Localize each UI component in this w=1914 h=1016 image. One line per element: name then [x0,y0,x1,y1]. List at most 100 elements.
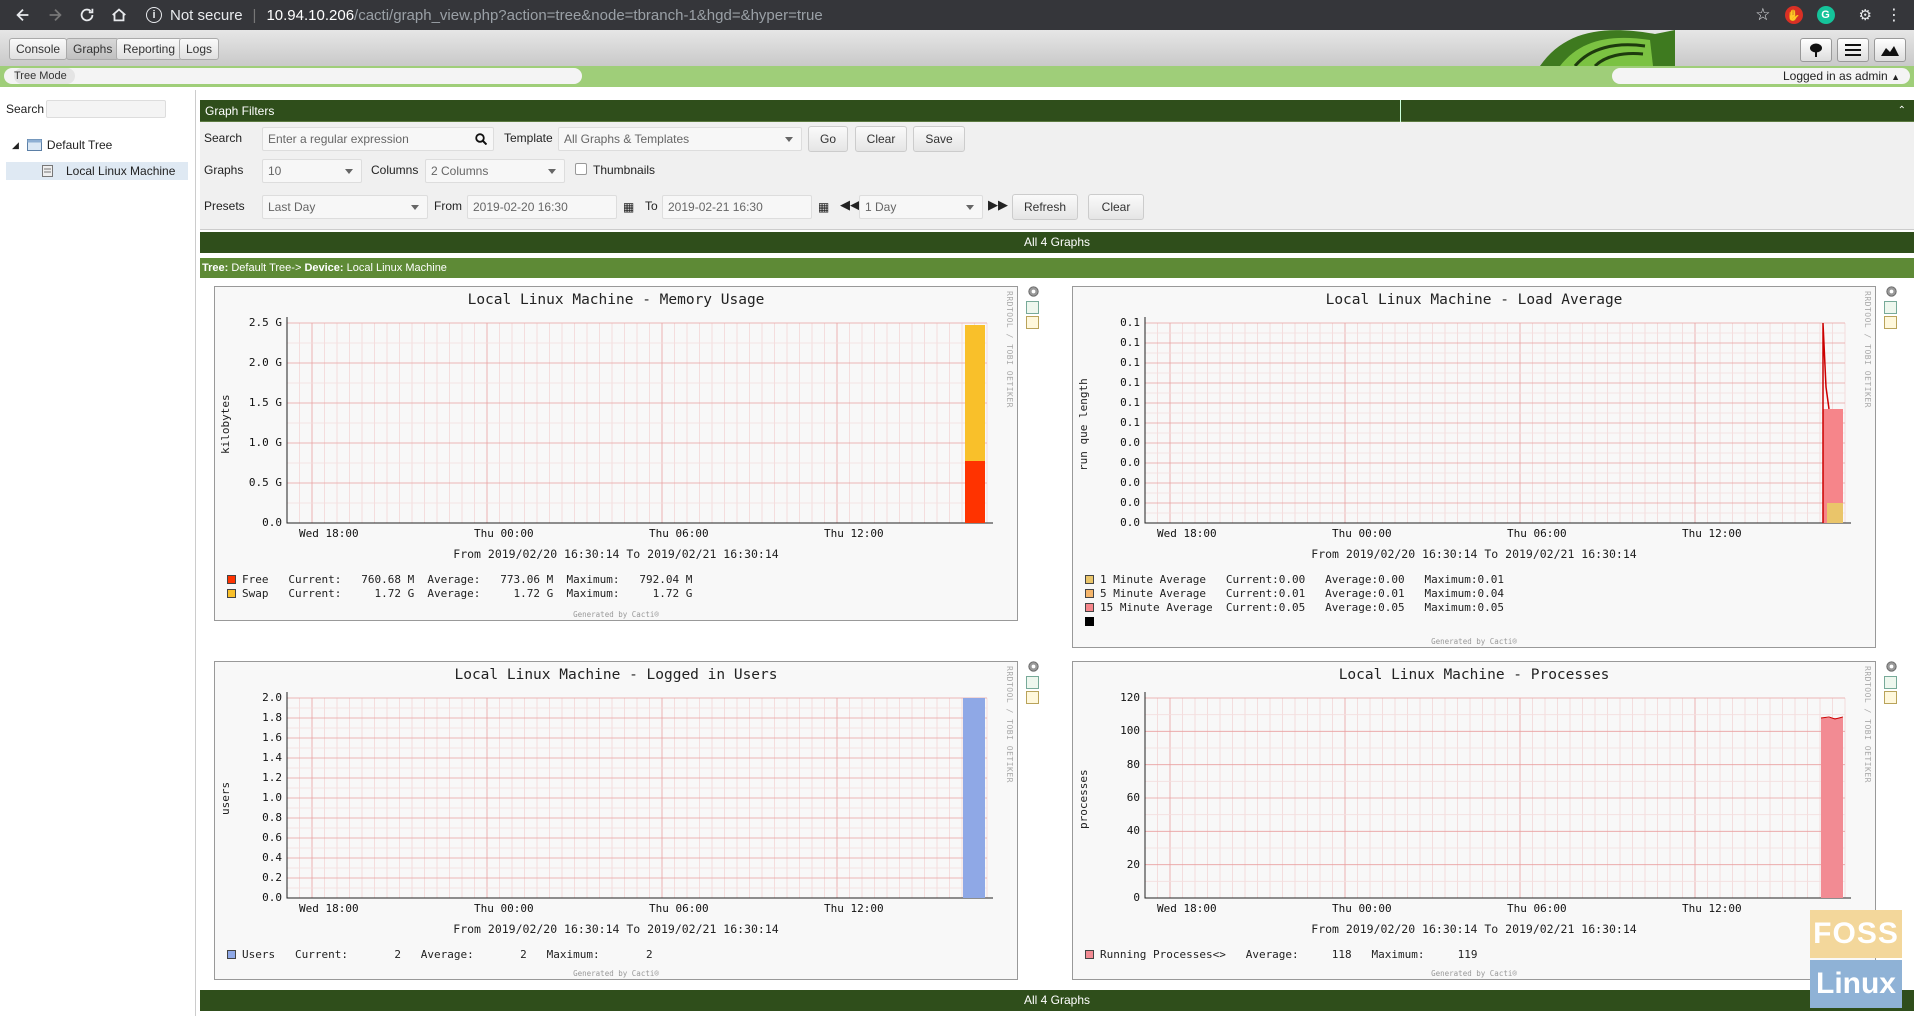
y-axis-title: run que length [1077,377,1090,471]
gear-icon[interactable] [1884,659,1899,674]
zoom-graph-icon[interactable] [1026,301,1039,314]
forward-icon[interactable] [42,2,68,28]
sidebar-search-label: Search [6,102,45,116]
zoom-graph-icon[interactable] [1884,301,1897,314]
grammarly-extension-icon[interactable]: G [1816,6,1835,24]
y-tick-label: 0 [1133,891,1140,904]
timespan-select[interactable]: 1 Day [859,195,983,219]
y-tick-label: 1.0 [262,791,282,804]
csv-export-icon[interactable] [1884,316,1897,329]
tree-mode-bar: Tree Mode [4,68,582,84]
graph-panel[interactable]: Local Linux Machine - Logged in Users RRD… [214,661,1018,980]
collapse-icon[interactable]: ◢ [12,140,19,151]
generated-by-label: Generated by Cacti® [573,610,659,619]
clear-timespan-button[interactable]: Clear [1088,194,1144,220]
adblock-extension-icon[interactable]: ✋ [1784,6,1803,24]
tree-view-button[interactable] [1800,38,1832,62]
legend-text: Free Current: 760.68 M Average: 773.06 M… [242,573,693,586]
gear-icon[interactable] [1884,284,1899,299]
gear-icon[interactable] [1026,659,1041,674]
from-calendar-icon[interactable]: ▦ [623,200,634,214]
presets-label: Presets [204,199,245,213]
legend-text: Swap Current: 1.72 G Average: 1.72 G Max… [242,587,693,600]
template-select[interactable]: All Graphs & Templates [558,127,802,151]
y-tick-label: 100 [1120,724,1140,738]
back-icon[interactable] [10,2,36,28]
list-view-button[interactable] [1837,38,1869,62]
graphs-per-page-select[interactable]: 10 [262,159,362,183]
graph-panel[interactable]: Local Linux Machine - Memory Usage RRDTOO… [214,286,1018,621]
to-label: To [645,199,658,213]
legend-entry: 15 Minute Average Current:0.05 Average:0… [1085,601,1504,614]
presets-select[interactable]: Last Day [262,195,428,219]
device-icon [42,165,53,177]
sidebar-search-input[interactable] [46,100,166,118]
y-tick-label: 40 [1126,824,1140,838]
info-icon[interactable]: i [146,7,162,23]
gear-icon[interactable] [1026,284,1041,299]
go-button[interactable]: Go [808,126,848,152]
y-tick-label: 0.0 [262,891,282,904]
csv-export-icon[interactable] [1026,316,1039,329]
shift-left-icon[interactable]: ◀◀ [840,197,860,213]
y-tick-label: 80 [1126,757,1140,771]
chart-icon [1881,46,1899,56]
y-axis-title: users [219,781,232,815]
refresh-button[interactable]: Refresh [1012,194,1078,220]
y-axis-title: kilobytes [219,393,232,454]
generated-by-label: Generated by Cacti® [1431,969,1517,978]
y-tick-label: 20 [1126,857,1140,871]
save-button[interactable]: Save [913,126,965,152]
logged-in-label[interactable]: Logged in as admin ▲ [1612,68,1910,84]
x-tick-label: Thu 00:00 [474,527,534,540]
star-icon[interactable]: ☆ [1755,5,1770,25]
to-date-input[interactable]: 2019-02-21 16:30 [662,195,812,219]
tree-item-local-linux-machine[interactable]: Local Linux Machine [6,162,188,180]
csv-export-icon[interactable] [1884,691,1897,704]
home-icon[interactable] [106,2,132,28]
tab-reporting[interactable]: Reporting [116,38,183,60]
address-bar[interactable]: i Not secure | 10.94.10.206 /cacti/graph… [146,7,823,24]
tab-logs[interactable]: Logs [179,38,220,60]
zoom-graph-icon[interactable] [1884,676,1897,689]
graph-panel[interactable]: Local Linux Machine - Processes RRDTOOL /… [1072,661,1876,980]
x-tick-label: Thu 12:00 [1682,902,1742,915]
legend-entry: Swap Current: 1.72 G Average: 1.72 G Max… [227,587,692,600]
clear-button[interactable]: Clear [855,126,907,152]
zoom-graph-icon[interactable] [1026,676,1039,689]
y-tick-label: 2.0 G [248,356,282,369]
columns-select[interactable]: 2 Columns [425,159,565,183]
tab-graphs[interactable]: Graphs [66,38,120,60]
legend-swatch [1085,575,1094,584]
y-tick-label: 120 [1120,691,1140,704]
tab-console[interactable]: Console [9,38,68,60]
graph-panel[interactable]: Local Linux Machine - Load Average RRDTOO… [1072,286,1876,648]
graph-filters-panel: Search Enter a regular expression Templa… [200,122,1914,230]
tree-folder-icon [26,139,42,151]
extension-icon[interactable]: ⚙ [1859,6,1872,24]
y-tick-label: 0.0 [1120,476,1140,489]
tree-item-default-tree[interactable]: ◢ Default Tree [12,138,112,152]
preview-view-button[interactable] [1874,38,1906,62]
search-label: Search [204,131,243,145]
x-tick-label: Thu 12:00 [824,902,884,915]
from-date-input[interactable]: 2019-02-20 16:30 [467,195,617,219]
y-tick-label: 0.1 [1120,396,1140,409]
to-calendar-icon[interactable]: ▦ [818,200,829,214]
collapse-filters-icon[interactable]: ⌃ [1898,100,1906,122]
legend-swatch [1085,603,1094,612]
reload-icon[interactable] [74,2,100,28]
y-tick-label: 2.0 [262,691,282,704]
browser-toolbar: i Not secure | 10.94.10.206 /cacti/graph… [0,0,1914,30]
csv-export-icon[interactable] [1026,691,1039,704]
y-tick-label: 1.6 [262,731,282,744]
y-tick-label: 1.5 G [248,396,282,409]
y-tick-label: 0.0 [1120,436,1140,449]
menu-icon[interactable]: ⋮ [1886,5,1902,25]
filter-search-input[interactable]: Enter a regular expression [262,127,494,151]
thumbnails-checkbox[interactable] [575,163,587,175]
shift-right-icon[interactable]: ▶▶ [988,197,1008,213]
legend-text: 1 Minute Average Current:0.00 Average:0.… [1100,573,1504,586]
y-tick-label: 0.8 [262,811,282,824]
x-tick-label: Thu 12:00 [1682,527,1742,540]
